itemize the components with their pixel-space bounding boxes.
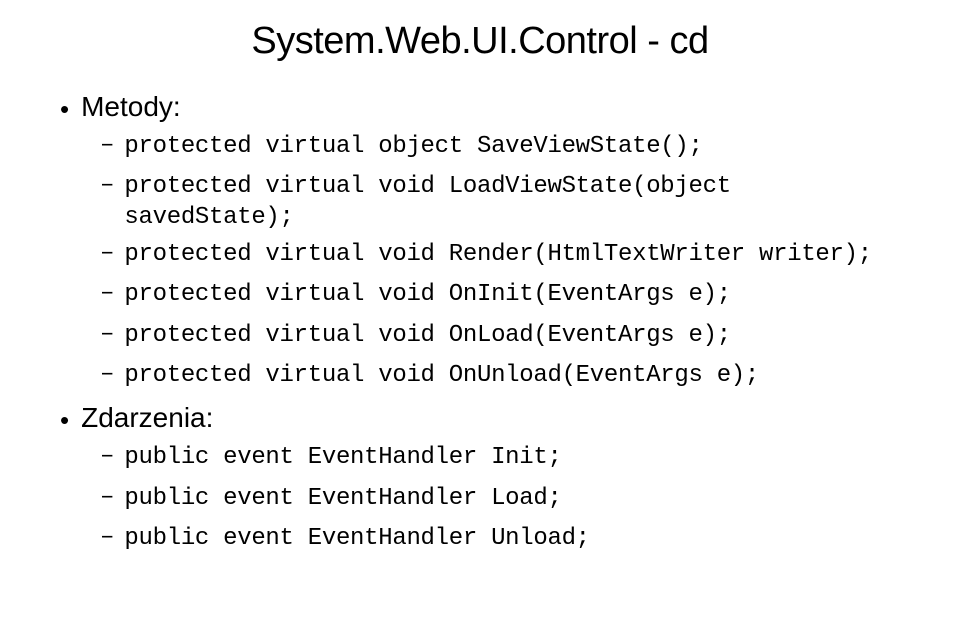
page-title: System.Web.UI.Control - cd	[40, 20, 920, 63]
method-signature: protected virtual void OnLoad(EventArgs …	[124, 320, 730, 352]
dash-icon: –	[100, 240, 114, 267]
section-methods: • Metody: – protected virtual object Sav…	[40, 91, 920, 392]
method-signature: protected virtual void OnUnload(EventArg…	[124, 360, 759, 392]
method-signature: protected virtual void Render(HtmlTextWr…	[124, 239, 871, 271]
list-item: – protected virtual void Render(HtmlText…	[100, 239, 920, 271]
events-list: – public event EventHandler Init; – publ…	[100, 442, 920, 555]
list-item: – public event EventHandler Unload;	[100, 523, 920, 555]
event-signature: public event EventHandler Init;	[124, 442, 561, 474]
event-signature: public event EventHandler Unload;	[124, 523, 589, 555]
method-signature: protected virtual void LoadViewState(obj…	[124, 171, 730, 203]
dash-icon: –	[100, 361, 114, 388]
bullet-methods: • Metody:	[60, 91, 920, 123]
list-item: – public event EventHandler Load;	[100, 483, 920, 515]
dash-icon: –	[100, 132, 114, 159]
list-item: – public event EventHandler Init;	[100, 442, 920, 474]
list-item: – protected virtual void OnLoad(EventArg…	[100, 320, 920, 352]
list-item: – protected virtual void OnInit(EventArg…	[100, 279, 920, 311]
dash-icon: –	[100, 524, 114, 551]
section-events: • Zdarzenia: – public event EventHandler…	[40, 402, 920, 555]
method-signature: protected virtual void OnInit(EventArgs …	[124, 279, 730, 311]
method-signature: protected virtual object SaveViewState()…	[124, 131, 702, 163]
dash-icon: –	[100, 484, 114, 511]
method-signature-cont: savedState);	[124, 204, 730, 231]
section-label: Metody:	[81, 91, 181, 123]
bullet-events: • Zdarzenia:	[60, 402, 920, 434]
event-signature: public event EventHandler Load;	[124, 483, 561, 515]
dash-icon: –	[100, 280, 114, 307]
methods-list: – protected virtual object SaveViewState…	[100, 131, 920, 392]
dash-icon: –	[100, 172, 114, 199]
bullet-icon: •	[60, 407, 69, 433]
list-item: – protected virtual object SaveViewState…	[100, 131, 920, 163]
bullet-icon: •	[60, 96, 69, 122]
dash-icon: –	[100, 443, 114, 470]
list-item: – protected virtual void LoadViewState(o…	[100, 171, 920, 230]
section-label: Zdarzenia:	[81, 402, 213, 434]
dash-icon: –	[100, 321, 114, 348]
list-item: – protected virtual void OnUnload(EventA…	[100, 360, 920, 392]
